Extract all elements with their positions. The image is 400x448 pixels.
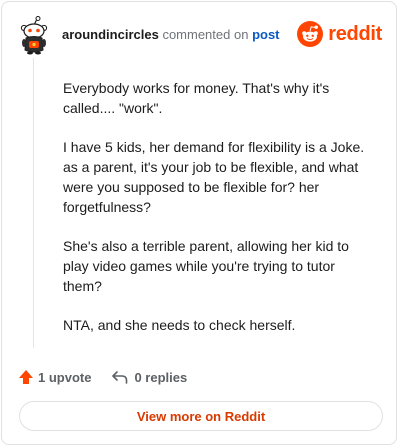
snoo-avatar-icon[interactable] <box>18 16 50 56</box>
comment-paragraph: She's also a terrible parent, allowing h… <box>63 238 349 294</box>
reply-count: 0 replies <box>134 369 188 385</box>
comment-meta: aroundincircles commented on post <box>62 27 280 43</box>
comment-paragraph: NTA, and she needs to check herself. <box>63 317 296 333</box>
reddit-wordmark: reddit <box>328 23 382 45</box>
replies-button[interactable]: 0 replies <box>111 369 187 385</box>
post-link[interactable]: post <box>252 27 279 42</box>
upvote-count: 1 upvote <box>38 369 92 385</box>
reddit-logo[interactable]: reddit <box>297 21 382 47</box>
comment-header: aroundincircles commented on post reddit <box>18 16 382 56</box>
reply-arrow-icon <box>112 371 128 384</box>
commented-on-text: commented on <box>162 27 249 42</box>
view-more-on-reddit-button[interactable]: View more on Reddit <box>19 401 383 431</box>
comment-paragraph: Everybody works for money. That's why it… <box>63 80 330 116</box>
comment-body: Everybody works for money. That's why it… <box>63 78 373 354</box>
upvote-arrow-icon <box>19 370 33 384</box>
upvote-button[interactable]: 1 upvote <box>18 369 91 385</box>
comment-paragraph: I have 5 kids, her demand for flexibilit… <box>63 139 365 215</box>
reddit-alien-icon <box>297 21 324 47</box>
username-link[interactable]: aroundincircles <box>62 27 159 42</box>
comment-actions: 1 upvote 0 replies <box>18 367 187 387</box>
embedded-comment-card: aroundincircles commented on post reddit… <box>1 1 397 445</box>
thread-line <box>33 58 34 348</box>
